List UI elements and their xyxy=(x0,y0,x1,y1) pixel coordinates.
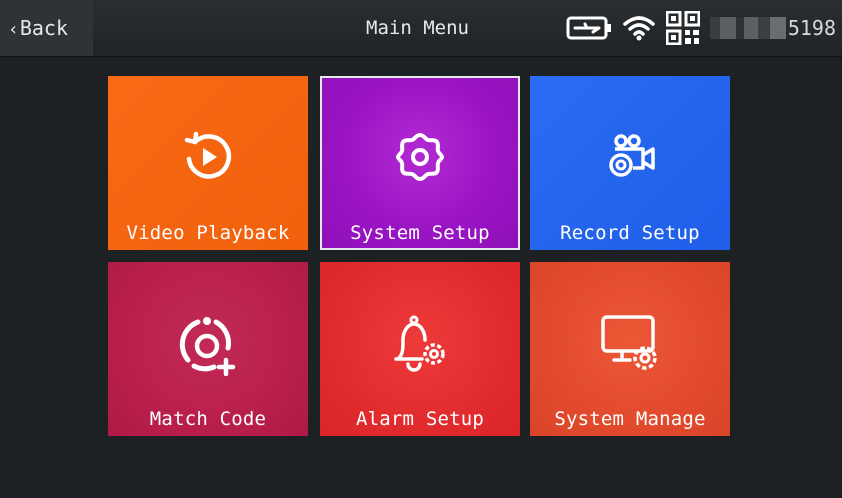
back-button[interactable]: ‹Back xyxy=(0,0,93,56)
page-title: Main Menu xyxy=(366,17,469,39)
wifi-icon xyxy=(622,14,656,42)
match-code-icon xyxy=(176,314,240,380)
qr-code-icon xyxy=(665,11,700,45)
back-button-label: Back xyxy=(19,16,69,40)
chevron-left-icon: ‹ xyxy=(8,19,19,40)
alarm-bell-icon xyxy=(389,314,451,378)
match-code-tile[interactable]: Match Code xyxy=(108,262,308,436)
monitor-gear-icon xyxy=(598,314,662,378)
system-manage-tile[interactable]: System Manage xyxy=(530,262,730,436)
gear-icon xyxy=(391,128,449,190)
camera-record-icon xyxy=(601,128,659,190)
system-setup-label: System Setup xyxy=(350,222,490,244)
alarm-setup-label: Alarm Setup xyxy=(355,408,485,430)
main-menu-screen: ‹Back Main Menu 5198 Video Playback Syst… xyxy=(0,0,842,498)
device-id-text: 5198 xyxy=(787,16,836,40)
system-manage-label: System Manage xyxy=(554,408,706,430)
battery-charging-icon xyxy=(566,16,612,40)
video-playback-tile[interactable]: Video Playback xyxy=(108,76,308,250)
video-playback-label: Video Playback xyxy=(126,222,290,244)
match-code-label: Match Code xyxy=(149,408,267,430)
record-setup-label: Record Setup xyxy=(560,222,700,244)
record-setup-tile[interactable]: Record Setup xyxy=(530,76,730,250)
device-id: 5198 xyxy=(709,16,836,40)
alarm-setup-tile[interactable]: Alarm Setup xyxy=(320,262,520,436)
playback-icon xyxy=(179,128,237,190)
status-area: 5198 xyxy=(566,0,836,56)
top-bar: ‹Back Main Menu 5198 xyxy=(0,0,842,57)
masked-id-prefix xyxy=(709,17,786,39)
menu-grid: Video Playback System Setup Record Setup… xyxy=(108,76,732,438)
system-setup-tile[interactable]: System Setup xyxy=(320,76,520,250)
